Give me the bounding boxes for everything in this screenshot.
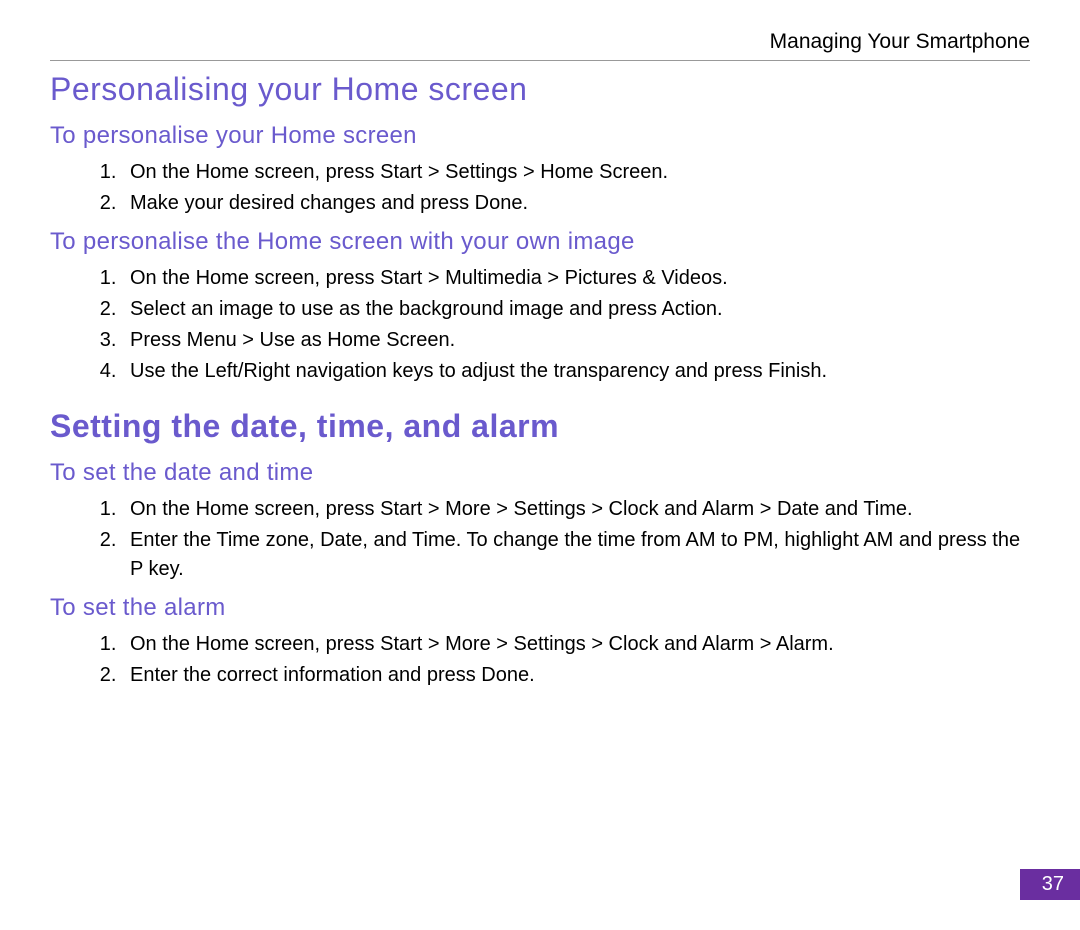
ordered-list: On the Home screen, press Start > More >… — [50, 495, 1030, 584]
subsection-heading-personalise-home: To personalise your Home screen — [50, 122, 1030, 150]
page-number: 37 — [1020, 869, 1080, 900]
list-item: On the Home screen, press Start > Settin… — [122, 158, 1030, 187]
list-item: Enter the Time zone, Date, and Time. To … — [122, 526, 1030, 584]
ordered-list: On the Home screen, press Start > Settin… — [50, 158, 1030, 218]
list-item: On the Home screen, press Start > More >… — [122, 630, 1030, 659]
section-heading-date-time-alarm: Setting the date, time, and alarm — [50, 408, 1030, 445]
subsection-heading-set-date-time: To set the date and time — [50, 459, 1030, 487]
subsection-heading-personalise-image: To personalise the Home screen with your… — [50, 228, 1030, 256]
list-item: Enter the correct information and press … — [122, 661, 1030, 690]
list-item: Make your desired changes and press Done… — [122, 189, 1030, 218]
list-item: On the Home screen, press Start > More >… — [122, 495, 1030, 524]
list-item: Use the Left/Right navigation keys to ad… — [122, 357, 1030, 386]
list-item: On the Home screen, press Start > Multim… — [122, 264, 1030, 293]
ordered-list: On the Home screen, press Start > More >… — [50, 630, 1030, 690]
ordered-list: On the Home screen, press Start > Multim… — [50, 264, 1030, 386]
list-item: Press Menu > Use as Home Screen. — [122, 326, 1030, 355]
subsection-heading-set-alarm: To set the alarm — [50, 594, 1030, 622]
page-header-title: Managing Your Smartphone — [50, 30, 1030, 61]
section-heading-personalising: Personalising your Home screen — [50, 71, 1030, 108]
list-item: Select an image to use as the background… — [122, 295, 1030, 324]
